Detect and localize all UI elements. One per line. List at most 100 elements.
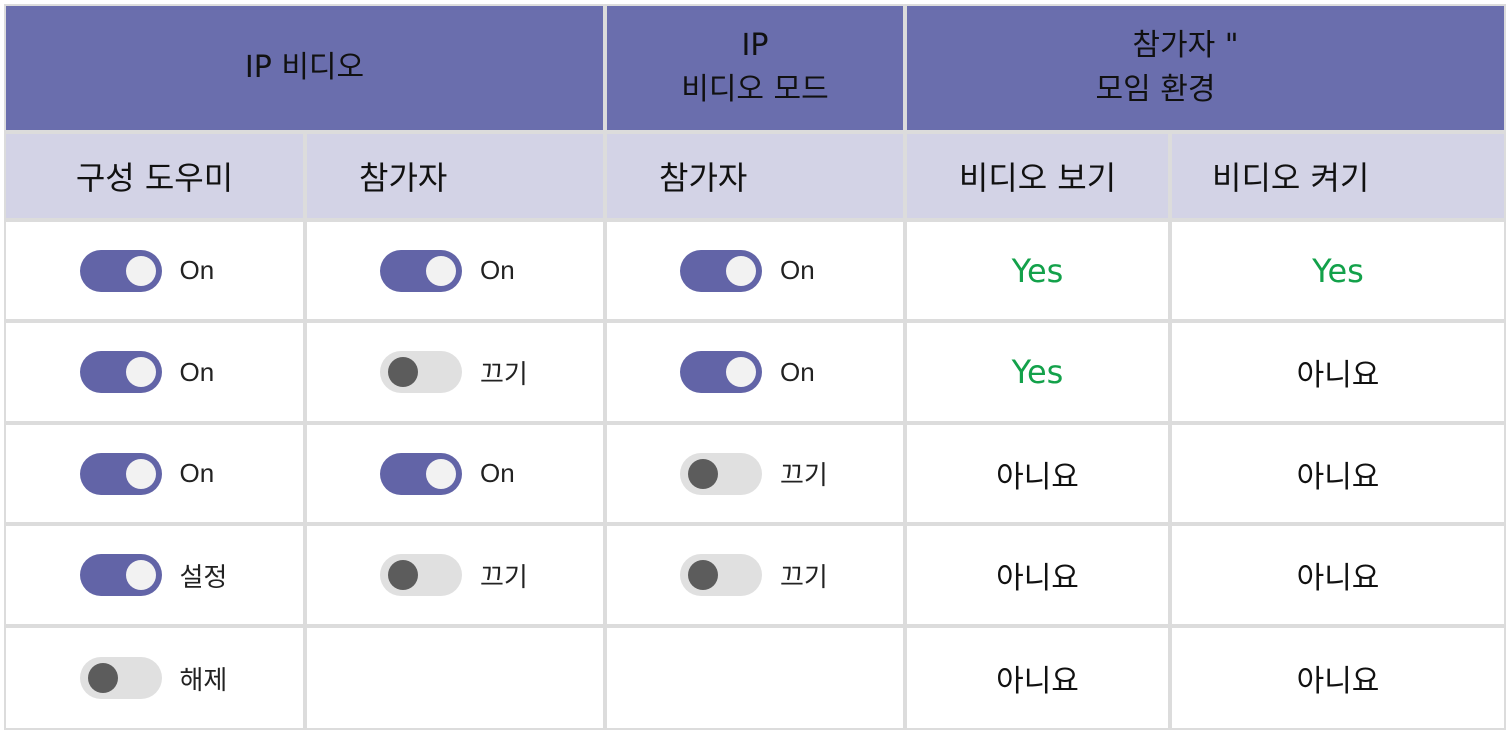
toggle-setting: 끄기 <box>680 554 830 596</box>
table-cell-see-video: 아니요 <box>907 628 1168 728</box>
toggle-knob <box>125 458 156 489</box>
toggle-setting: On <box>79 452 230 495</box>
table-cell-participant: On <box>307 222 603 319</box>
table-cell-see-video: Yes <box>907 222 1168 319</box>
toggle-label: On <box>480 458 515 488</box>
policy-table: IP 비디오 IP 비디오 모드 참가자 " 모임 환경 구성 도우미 참가자 … <box>4 4 1506 730</box>
header-participant-meeting: 참가자 " 모임 환경 <box>907 6 1504 130</box>
header-ip-video-mode-line2: 비디오 모드 <box>681 72 829 107</box>
toggle-setting: On <box>380 452 530 495</box>
toggle-on[interactable] <box>79 452 162 495</box>
no-value: 아니요 <box>1296 459 1380 495</box>
toggle-knob <box>388 560 418 590</box>
no-value: 아니요 <box>1296 561 1380 596</box>
header-ip-video-label: IP 비디오 <box>244 50 365 85</box>
toggle-setting: On <box>680 351 830 393</box>
column-header-see-video-label: 비디오 보기 <box>958 159 1117 197</box>
toggle-setting: 끄기 <box>380 554 530 596</box>
toggle-label: On <box>179 458 215 488</box>
toggle-knob <box>726 357 756 387</box>
toggle-on[interactable] <box>680 249 762 292</box>
table-cell-turn-on-video: 아니요 <box>1172 526 1504 624</box>
toggle-knob <box>426 255 456 286</box>
toggle-setting: 끄기 <box>380 351 530 393</box>
header-participant-meeting-line1: 참가자 " <box>1132 28 1239 63</box>
toggle-knob <box>87 663 118 693</box>
no-value: 아니요 <box>996 561 1079 596</box>
toggle-label: 끄기 <box>780 561 828 592</box>
table-cell-mode <box>607 628 903 728</box>
table-cell-turn-on-video: 아니요 <box>1172 323 1504 421</box>
toggle-on[interactable] <box>79 554 162 596</box>
toggle-setting: On <box>79 249 230 292</box>
toggle-setting: 설정 <box>79 554 230 596</box>
table-cell-organizer: On <box>6 425 303 522</box>
table-cell-mode: On <box>607 222 903 319</box>
toggle-label: 끄기 <box>780 460 828 490</box>
toggle-setting: On <box>79 351 230 393</box>
table-cell-organizer: On <box>6 323 303 421</box>
toggle-off[interactable] <box>79 657 162 699</box>
table-cell-see-video: Yes <box>907 323 1168 421</box>
table-cell-participant: On <box>307 425 603 522</box>
toggle-on[interactable] <box>380 452 462 495</box>
column-header-see-video: 비디오 보기 <box>907 134 1168 218</box>
table-cell-organizer: On <box>6 222 303 319</box>
toggle-knob <box>726 255 756 286</box>
toggle-label: On <box>179 255 215 285</box>
table-cell-participant <box>307 628 603 728</box>
header-ip-video-mode-line1: IP <box>741 28 769 63</box>
toggle-knob <box>388 357 418 387</box>
toggle-label: On <box>780 255 815 285</box>
column-header-participant-mode: 참가자 <box>607 134 903 218</box>
toggle-knob <box>688 458 718 489</box>
table-cell-mode: On <box>607 323 903 421</box>
toggle-label: 끄기 <box>480 561 528 592</box>
toggle-on[interactable] <box>79 351 162 393</box>
toggle-knob <box>688 560 718 590</box>
toggle-knob <box>125 255 156 286</box>
toggle-setting: 끄기 <box>680 452 830 495</box>
table-cell-turn-on-video: 아니요 <box>1172 628 1504 728</box>
column-header-turn-on-video: 비디오 켜기 <box>1172 134 1504 218</box>
column-header-organizer: 구성 도우미 <box>6 134 303 218</box>
yes-value: Yes <box>1011 251 1064 290</box>
column-header-participant: 참가자 <box>307 134 603 218</box>
toggle-label: On <box>480 255 515 285</box>
toggle-on[interactable] <box>680 351 762 393</box>
no-value: 아니요 <box>1296 358 1380 393</box>
yes-value: Yes <box>1312 251 1364 290</box>
toggle-label: 해제 <box>179 664 228 695</box>
header-ip-video: IP 비디오 <box>6 6 603 130</box>
toggle-setting: 해제 <box>79 657 230 699</box>
toggle-setting: On <box>680 249 830 292</box>
column-header-participant-mode-label: 참가자 <box>659 159 748 197</box>
table-cell-see-video: 아니요 <box>907 425 1168 522</box>
toggle-on[interactable] <box>79 249 162 292</box>
table-cell-mode: 끄기 <box>607 526 903 624</box>
toggle-knob <box>426 458 456 489</box>
toggle-label: On <box>780 356 815 387</box>
no-value: 아니요 <box>996 664 1079 699</box>
toggle-off[interactable] <box>380 554 462 596</box>
no-value: 아니요 <box>1296 664 1380 699</box>
toggle-off[interactable] <box>680 452 762 495</box>
toggle-setting: On <box>380 249 530 292</box>
toggle-label: 설정 <box>179 561 228 592</box>
table-cell-participant: 끄기 <box>307 323 603 421</box>
toggle-off[interactable] <box>680 554 762 596</box>
toggle-off[interactable] <box>380 351 462 393</box>
table-cell-turn-on-video: 아니요 <box>1172 425 1504 522</box>
column-header-organizer-label: 구성 도우미 <box>75 159 234 197</box>
table-cell-see-video: 아니요 <box>907 526 1168 624</box>
toggle-knob <box>125 357 156 387</box>
yes-value: Yes <box>1011 353 1064 391</box>
table-cell-mode: 끄기 <box>607 425 903 522</box>
column-header-participant-label: 참가자 <box>359 159 448 197</box>
toggle-label: On <box>179 356 215 387</box>
table-cell-organizer: 설정 <box>6 526 303 624</box>
table-cell-participant: 끄기 <box>307 526 603 624</box>
toggle-label: 끄기 <box>480 358 528 389</box>
toggle-on[interactable] <box>380 249 462 292</box>
no-value: 아니요 <box>996 459 1079 495</box>
